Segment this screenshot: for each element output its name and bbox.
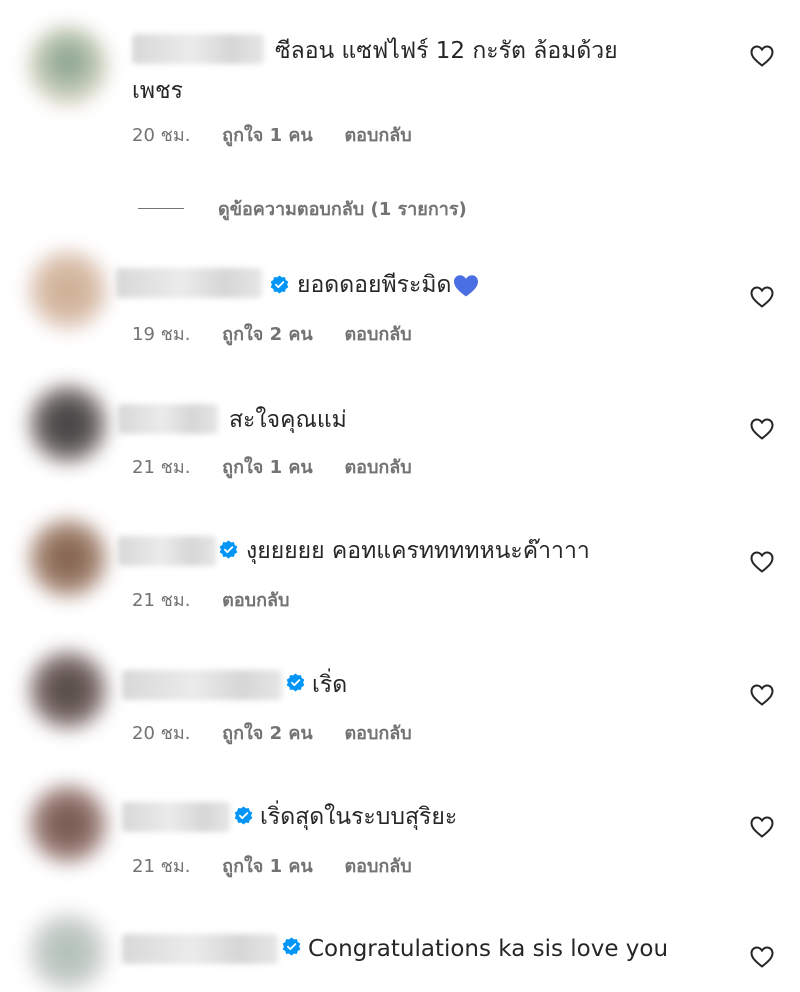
heart-outline-icon[interactable] [750, 418, 774, 440]
blue-heart-icon [454, 274, 479, 296]
reply-button[interactable]: ตอบกลับ [344, 723, 411, 744]
verified-badge-icon [234, 806, 253, 825]
comment-meta: 21 ชม. ตอบกลับ [132, 589, 315, 613]
username[interactable] [118, 536, 216, 566]
comment-text: สะใจคุณแม่ [229, 407, 347, 433]
reply-button[interactable]: ตอบกลับ [344, 125, 411, 146]
comment-time: 20 ชม. [132, 125, 191, 146]
verified-badge-icon [270, 275, 289, 294]
reply-button[interactable]: ตอบกลับ [344, 856, 411, 877]
comment-time: 19 ชม. [132, 324, 191, 345]
view-replies-button[interactable]: ดูข้อความตอบกลับ (1 รายการ) [138, 194, 467, 222]
avatar[interactable] [28, 250, 108, 330]
comment-text-body: ยอดดอยพีระมิด [297, 272, 452, 298]
view-replies-label: ดูข้อความตอบกลับ (1 รายการ) [218, 198, 467, 220]
reply-button[interactable]: ตอบกลับ [222, 590, 289, 611]
comment-meta: 20 ชม. ถูกใจ 2 คน ตอบกลับ [132, 722, 438, 746]
like-count[interactable]: ถูกใจ 1 คน [222, 856, 313, 877]
comment-text-continued: เพชร [132, 78, 183, 104]
comment-meta: 20 ชม. ถูกใจ 1 คน ตอบกลับ [132, 124, 438, 148]
verified-badge-icon [286, 673, 305, 692]
heart-outline-icon[interactable] [750, 816, 774, 838]
username[interactable] [116, 268, 262, 298]
heart-outline-icon[interactable] [750, 946, 774, 968]
username[interactable] [122, 802, 230, 832]
comment-text: ซีลอน แซฟไฟร์ 12 กะรัต ล้อมด้วย [275, 38, 618, 64]
heart-outline-icon[interactable] [750, 551, 774, 573]
avatar[interactable] [28, 518, 108, 598]
username[interactable] [122, 934, 278, 964]
username[interactable] [122, 670, 282, 700]
heart-outline-icon[interactable] [750, 45, 774, 67]
avatar[interactable] [28, 912, 108, 992]
comment-text: Congratulations ka sis love you [308, 936, 669, 962]
avatar[interactable] [28, 784, 108, 864]
avatar[interactable] [28, 650, 108, 730]
like-count[interactable]: ถูกใจ 1 คน [222, 457, 313, 478]
verified-badge-icon [282, 937, 301, 956]
comment-meta: 19 ชม. ถูกใจ 2 คน ตอบกลับ [132, 323, 438, 347]
like-count[interactable]: ถูกใจ 2 คน [222, 324, 313, 345]
comment-time: 20 ชม. [132, 723, 191, 744]
heart-outline-icon[interactable] [750, 684, 774, 706]
username[interactable] [132, 34, 264, 64]
comment-meta: 21 ชม. ถูกใจ 1 คน ตอบกลับ [132, 456, 438, 480]
heart-outline-icon[interactable] [750, 286, 774, 308]
like-count[interactable]: ถูกใจ 2 คน [222, 723, 313, 744]
verified-badge-icon [219, 540, 238, 559]
like-count[interactable]: ถูกใจ 1 คน [222, 125, 313, 146]
comment-time: 21 ชม. [132, 457, 191, 478]
avatar[interactable] [28, 26, 108, 106]
comment-text: เริ่ดสุดในระบบสุริยะ [260, 804, 458, 830]
comment-text: ยอดดอยพีระมิด [297, 268, 479, 302]
username[interactable] [118, 404, 218, 434]
comment-text: งุยยยยย คอทแครททททหนะค๊าาาา [246, 538, 590, 564]
reply-button[interactable]: ตอบกลับ [344, 457, 411, 478]
reply-button[interactable]: ตอบกลับ [344, 324, 411, 345]
comment-time: 21 ชม. [132, 856, 191, 877]
comment-meta: 21 ชม. ถูกใจ 1 คน ตอบกลับ [132, 855, 438, 879]
divider-line [138, 207, 184, 209]
comment-time: 21 ชม. [132, 590, 191, 611]
avatar[interactable] [28, 384, 108, 464]
comment-text: เริ่ด [312, 672, 348, 698]
